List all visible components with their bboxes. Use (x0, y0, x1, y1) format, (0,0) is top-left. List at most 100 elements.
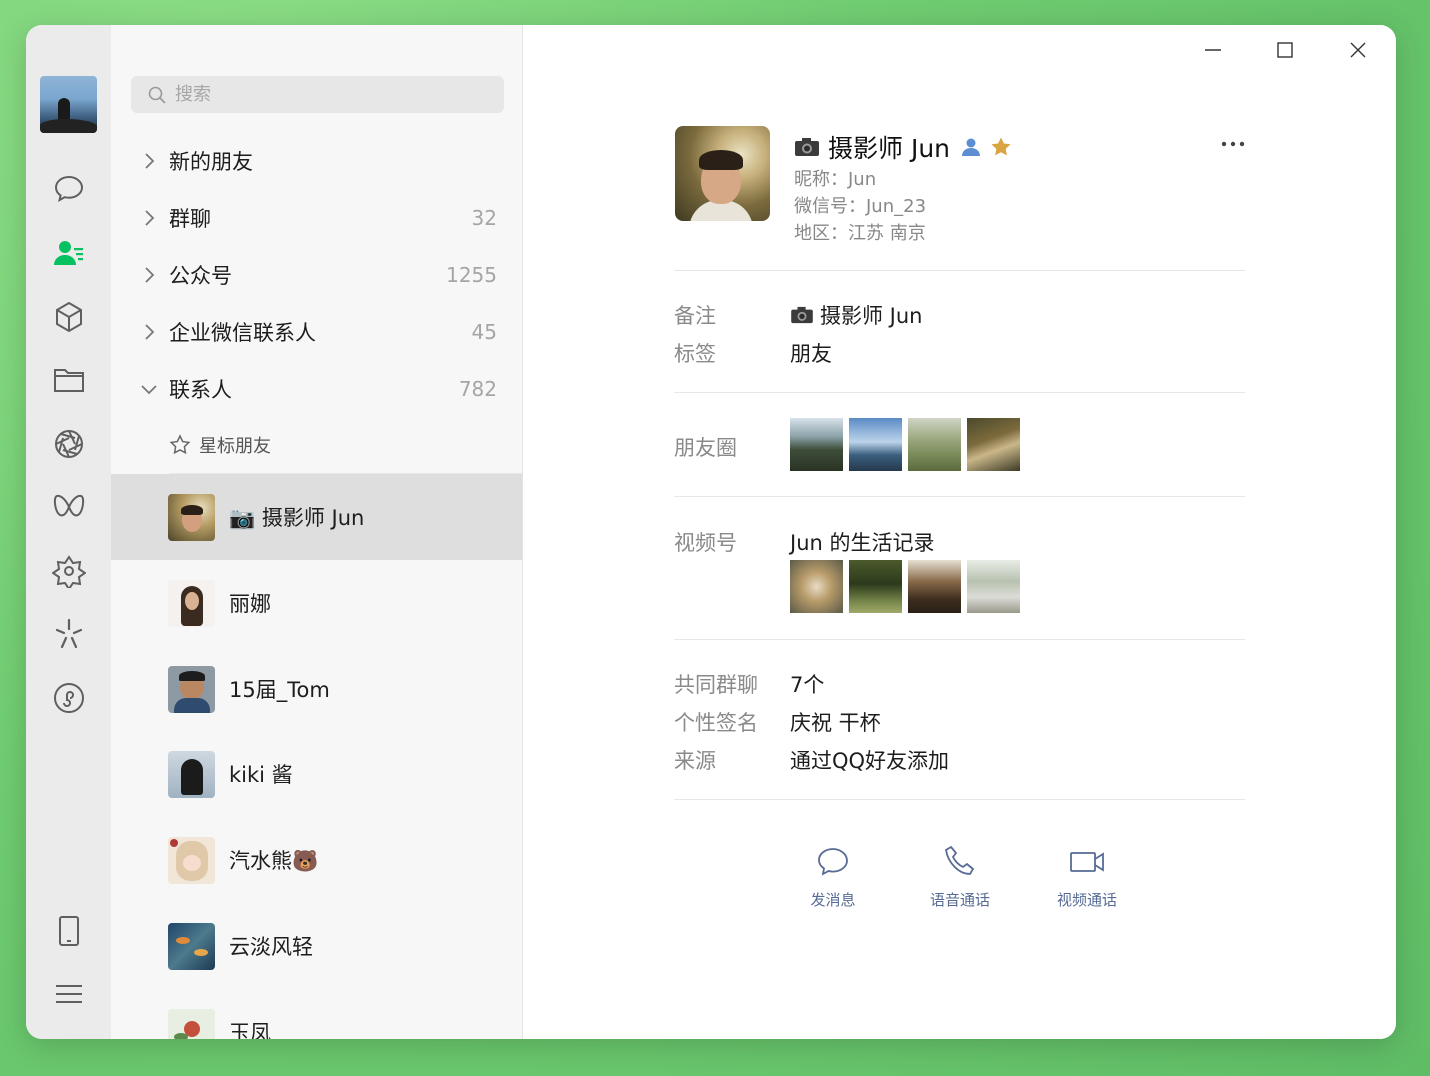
channels-label: 视频号 (674, 531, 737, 555)
contacts-icon[interactable] (50, 234, 88, 272)
group-official-accounts[interactable]: 公众号 1255 (111, 247, 522, 303)
my-avatar[interactable] (40, 76, 97, 133)
divider (674, 639, 1245, 640)
video-call-button[interactable]: 视频通话 (1042, 843, 1132, 910)
wechat-window: 新的朋友 群聊 32 公众号 1255 企业微信联系人 45 联系人 782 星… (26, 25, 1396, 1039)
contact-name: 丽娜 (229, 592, 271, 616)
nickname-line: 昵称：Jun (794, 169, 877, 190)
group-contacts[interactable]: 联系人 782 (111, 361, 522, 417)
group-count: 45 (471, 320, 497, 344)
more-options-icon[interactable] (1219, 135, 1247, 153)
tag-value[interactable]: 朋友 (790, 338, 832, 368)
camera-icon (791, 306, 813, 324)
profile-name: 摄影师 Jun (828, 134, 951, 163)
group-count: 782 (458, 377, 497, 401)
contact-name: 15届_Tom (229, 678, 330, 702)
contact-item[interactable]: kiki 酱 (111, 731, 522, 817)
tag-label: 标签 (674, 342, 716, 366)
mini-programs-icon[interactable] (50, 679, 88, 717)
maximize-icon (1277, 42, 1293, 58)
moments-thumbnail[interactable] (849, 418, 902, 471)
favorites-cube-icon[interactable] (50, 298, 88, 336)
remark-text: 摄影师 Jun (820, 304, 923, 328)
avatar (168, 579, 215, 627)
channels-value[interactable]: Jun 的生活记录 (790, 527, 935, 557)
chevron-down-icon (141, 385, 157, 395)
group-group-chats[interactable]: 群聊 32 (111, 190, 522, 246)
profile-avatar[interactable] (675, 126, 770, 221)
contact-item[interactable]: 丽娜 (111, 560, 522, 646)
channels-thumbnail[interactable] (967, 560, 1020, 613)
channels-thumbnail[interactable] (908, 560, 961, 613)
contact-name: 云淡风轻 (229, 935, 313, 959)
menu-hamburger-icon[interactable] (50, 975, 88, 1013)
maximize-button[interactable] (1270, 37, 1300, 63)
contact-item[interactable]: 玉凤 (111, 989, 522, 1039)
starred-friends-row[interactable]: 星标朋友 (169, 427, 271, 463)
voice-call-button[interactable]: 语音通话 (915, 843, 1005, 910)
signature-value: 庆祝 干杯 (790, 711, 881, 735)
channels-thumbnail[interactable] (790, 560, 843, 613)
moments-label: 朋友圈 (674, 436, 737, 460)
minimize-button[interactable] (1198, 37, 1228, 63)
phone-icon (945, 845, 975, 875)
avatar-rock (40, 119, 97, 133)
contact-item[interactable]: 汽水熊🐻 (111, 817, 522, 903)
avatar (168, 750, 215, 798)
gender-person-icon (962, 138, 981, 156)
channels-butterfly-icon[interactable] (50, 488, 88, 526)
star-outline-icon (169, 434, 191, 455)
contact-name: kiki 酱 (229, 763, 293, 787)
left-nav-rail (26, 25, 111, 1039)
moments-thumbnail[interactable] (908, 418, 961, 471)
avatar (168, 1008, 215, 1039)
files-folder-icon[interactable] (50, 361, 88, 399)
remark-label: 备注 (674, 304, 716, 328)
moments-thumbnail[interactable] (967, 418, 1020, 471)
avatar (168, 922, 215, 970)
group-label: 公众号 (169, 264, 232, 288)
contact-list-panel: 新的朋友 群聊 32 公众号 1255 企业微信联系人 45 联系人 782 星… (111, 25, 523, 1039)
moments-thumbnail[interactable] (790, 418, 843, 471)
remark-value[interactable]: 摄影师 Jun (790, 300, 923, 330)
divider (674, 270, 1245, 271)
search-icon (148, 86, 166, 104)
group-new-friends[interactable]: 新的朋友 (111, 133, 522, 189)
channels-thumbnail[interactable] (849, 560, 902, 613)
contact-name: 📷 摄影师 Jun (229, 506, 365, 530)
video-call-label: 视频通话 (1056, 891, 1117, 909)
look-flower-icon[interactable] (50, 552, 88, 590)
contact-detail-pane: 摄影师 Jun 昵称：Jun 微信号：Jun_23 地区：江苏 南京 备注 摄影… (524, 25, 1396, 1039)
close-button[interactable] (1343, 37, 1373, 63)
group-count: 1255 (446, 263, 497, 287)
contact-item[interactable]: 云淡风轻 (111, 903, 522, 989)
contact-item[interactable]: 📷 摄影师 Jun (111, 474, 522, 560)
chat-icon[interactable] (50, 170, 88, 208)
moments-aperture-icon[interactable] (50, 425, 88, 463)
contact-item[interactable]: 15届_Tom (111, 646, 522, 732)
source-label: 来源 (674, 749, 716, 773)
divider (674, 799, 1245, 800)
group-wecom-contacts[interactable]: 企业微信联系人 45 (111, 304, 522, 360)
avatar-figure (58, 98, 70, 120)
send-message-button[interactable]: 发消息 (788, 843, 878, 910)
profile-name-row: 摄影师 Jun (794, 129, 1012, 165)
video-camera-icon (1070, 852, 1104, 872)
send-message-label: 发消息 (810, 891, 856, 909)
mutual-groups-label: 共同群聊 (674, 673, 758, 697)
signature-label: 个性签名 (674, 711, 758, 735)
region-line: 地区：江苏 南京 (794, 223, 926, 244)
message-bubble-icon (818, 848, 848, 876)
star-filled-icon[interactable] (990, 136, 1012, 158)
search-input[interactable] (175, 84, 475, 105)
avatar-hair (699, 150, 743, 170)
mutual-groups-value[interactable]: 7个 (790, 669, 824, 699)
group-label: 群聊 (169, 207, 211, 231)
close-icon (1350, 42, 1366, 58)
contact-name: 汽水熊🐻 (229, 849, 319, 873)
search-sparkle-icon[interactable] (50, 615, 88, 653)
avatar (168, 836, 215, 884)
starred-label: 星标朋友 (199, 436, 271, 457)
phone-device-icon[interactable] (50, 912, 88, 950)
search-box[interactable] (131, 76, 504, 113)
